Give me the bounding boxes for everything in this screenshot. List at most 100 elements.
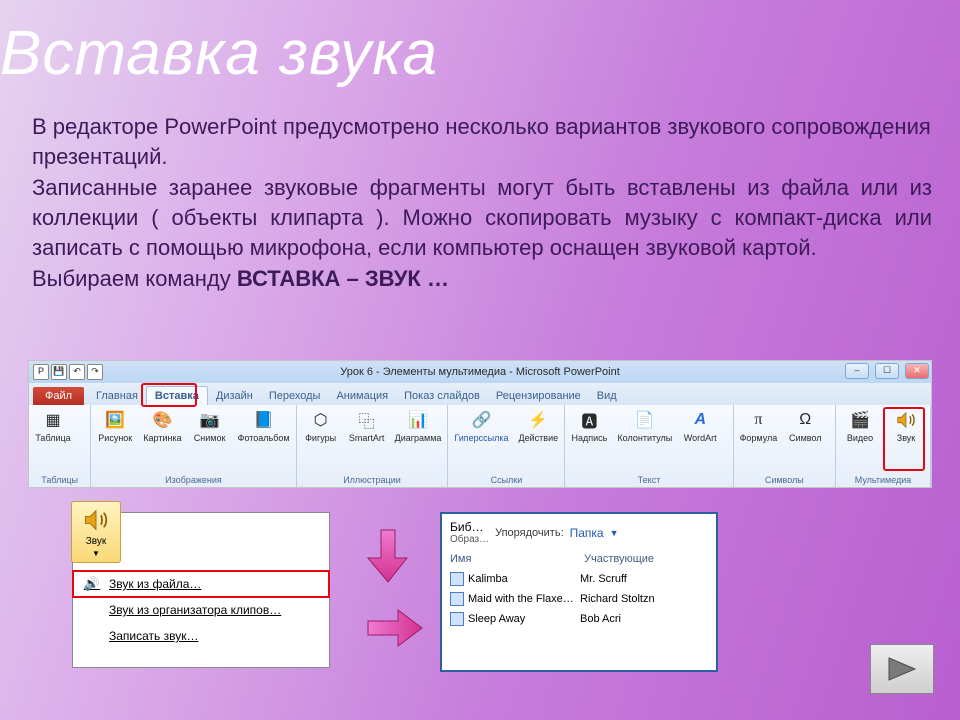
ribbon-tabs: Файл Главная Вставка Дизайн Переходы Ани… xyxy=(29,383,931,405)
speaker-icon: 🔊 xyxy=(83,576,101,592)
btn-hyperlink[interactable]: 🔗Гиперссылка xyxy=(454,409,508,443)
btn-chart[interactable]: 📊Диаграмма xyxy=(395,409,442,443)
audio-ribbon-button[interactable]: Звук ▼ xyxy=(71,501,121,563)
slide-title: Вставка звука xyxy=(0,18,438,89)
group-tables: ▦Таблица Таблицы xyxy=(29,405,91,487)
ribbon-groups: ▦Таблица Таблицы 🖼️Рисунок 🎨Картинка 📷Сн… xyxy=(29,405,931,487)
btn-headerfooter[interactable]: 📄Колонтитулы xyxy=(617,409,672,443)
btn-wordart[interactable]: AWordArt xyxy=(682,409,718,443)
close-button[interactable]: ✕ xyxy=(905,363,929,379)
minimize-button[interactable]: – xyxy=(845,363,869,379)
para-3: Выбираем команду ВСТАВКА – ЗВУК … xyxy=(32,264,932,294)
textbox-icon: 🅰 xyxy=(578,409,600,431)
tab-review[interactable]: Рецензирование xyxy=(488,387,589,405)
table-icon: ▦ xyxy=(42,409,64,431)
menu-audio-from-clips[interactable]: Звук из организатора клипов… xyxy=(73,597,329,623)
group-text: 🅰Надпись 📄Колонтитулы AWordArt Текст xyxy=(565,405,733,487)
tab-animations[interactable]: Анимация xyxy=(328,387,396,405)
tab-home[interactable]: Главная xyxy=(88,387,146,405)
app-icon: P xyxy=(33,364,49,380)
save-icon[interactable]: 💾 xyxy=(51,364,67,380)
audio-menu: 🔊Звук из файла… Звук из организатора кли… xyxy=(73,571,329,649)
slide-body: В редакторе PowerPoint предусмотрено нес… xyxy=(32,112,932,294)
tab-insert[interactable]: Вставка xyxy=(146,386,208,405)
shapes-icon: ⬡ xyxy=(310,409,332,431)
btn-equation[interactable]: πФормула xyxy=(740,409,778,443)
undo-icon[interactable]: ↶ xyxy=(69,364,85,380)
group-title-links: Ссылки xyxy=(454,473,558,485)
group-title-tables: Таблицы xyxy=(35,473,84,485)
wordart-icon: A xyxy=(689,409,711,431)
clipart-icon: 🎨 xyxy=(151,409,173,431)
window-titlebar: P 💾 ↶ ↷ Урок 6 - Элементы мультимедиа - … xyxy=(29,361,931,383)
audio-dropdown-screenshot: Звук ▼ 🔊Звук из файла… Звук из организат… xyxy=(72,512,330,668)
audio-icon-large xyxy=(82,506,110,534)
tab-view[interactable]: Вид xyxy=(589,387,625,405)
album-icon: 📘 xyxy=(253,409,275,431)
menu-record-audio[interactable]: Записать звук… xyxy=(73,623,329,649)
action-icon: ⚡ xyxy=(527,409,549,431)
group-title-images: Изображения xyxy=(97,473,289,485)
group-images: 🖼️Рисунок 🎨Картинка 📷Снимок 📘Фотоальбом … xyxy=(91,405,296,487)
btn-shapes[interactable]: ⬡Фигуры xyxy=(303,409,339,443)
library-rows: KalimbaMr. Scruff Maid with the Flaxe…Ri… xyxy=(442,565,716,633)
equation-icon: π xyxy=(747,409,769,431)
menu-audio-from-file[interactable]: 🔊Звук из файла… xyxy=(73,571,329,597)
library-dialog: Биб… Образ… Упорядочить: Папка ▼ Имя Уча… xyxy=(440,512,718,672)
para-1: В редакторе PowerPoint предусмотрено нес… xyxy=(32,112,932,173)
hyperlink-icon: 🔗 xyxy=(470,409,492,431)
btn-action[interactable]: ⚡Действие xyxy=(519,409,559,443)
picture-icon: 🖼️ xyxy=(104,409,126,431)
library-columns: Имя Участвующие xyxy=(442,553,716,565)
tab-slideshow[interactable]: Показ слайдов xyxy=(396,387,488,405)
library-row[interactable]: Maid with the Flaxe…Richard Stoltzn xyxy=(450,589,708,609)
next-slide-button[interactable] xyxy=(870,644,934,694)
para-2: Записанные заранее звуковые фрагменты мо… xyxy=(32,173,932,264)
record-icon xyxy=(83,628,101,644)
btn-table[interactable]: ▦Таблица xyxy=(35,409,71,443)
quick-access-toolbar: P 💾 ↶ ↷ xyxy=(29,361,107,383)
arrow-down-icon xyxy=(366,528,410,584)
chart-icon: 📊 xyxy=(407,409,429,431)
clip-speaker-icon xyxy=(83,602,101,618)
group-title-media: Мультимедиа xyxy=(842,473,924,485)
symbol-icon: Ω xyxy=(794,409,816,431)
redo-icon[interactable]: ↷ xyxy=(87,364,103,380)
btn-clipart[interactable]: 🎨Картинка xyxy=(143,409,181,443)
btn-smartart[interactable]: ⿻SmartArt xyxy=(349,409,385,443)
ribbon-screenshot: P 💾 ↶ ↷ Урок 6 - Элементы мультимедиа - … xyxy=(28,360,932,488)
chevron-down-icon: ▼ xyxy=(610,528,619,538)
group-illustrations: ⬡Фигуры ⿻SmartArt 📊Диаграмма Иллюстрации xyxy=(297,405,449,487)
btn-textbox[interactable]: 🅰Надпись xyxy=(571,409,607,443)
btn-screenshot[interactable]: 📷Снимок xyxy=(192,409,228,443)
maximize-button[interactable]: ☐ xyxy=(875,363,899,379)
window-title: Урок 6 - Элементы мультимедиа - Microsof… xyxy=(340,366,620,378)
smartart-icon: ⿻ xyxy=(356,409,378,431)
video-icon: 🎬 xyxy=(849,409,871,431)
arrow-right-icon xyxy=(366,608,424,648)
music-file-icon xyxy=(450,572,464,586)
library-row[interactable]: Sleep AwayBob Acri xyxy=(450,609,708,629)
tab-transitions[interactable]: Переходы xyxy=(261,387,329,405)
library-subtitle: Образ… xyxy=(450,534,489,545)
library-row[interactable]: KalimbaMr. Scruff xyxy=(450,569,708,589)
btn-video[interactable]: 🎬Видео xyxy=(842,409,878,443)
tab-file[interactable]: Файл xyxy=(33,387,84,405)
btn-album[interactable]: 📘Фотоальбом xyxy=(238,409,290,443)
col-artists[interactable]: Участвующие xyxy=(584,553,654,565)
btn-audio[interactable]: Звук xyxy=(888,409,924,443)
group-title-symbols: Символы xyxy=(740,473,829,485)
btn-symbol[interactable]: ΩСимвол xyxy=(787,409,823,443)
music-file-icon xyxy=(450,592,464,606)
group-links: 🔗Гиперссылка ⚡Действие Ссылки xyxy=(448,405,565,487)
audio-icon xyxy=(895,409,917,431)
tab-design[interactable]: Дизайн xyxy=(208,387,261,405)
library-sort-value[interactable]: Папка xyxy=(570,526,604,540)
col-name[interactable]: Имя xyxy=(450,553,580,565)
group-title-illustrations: Иллюстрации xyxy=(303,473,442,485)
btn-picture[interactable]: 🖼️Рисунок xyxy=(97,409,133,443)
play-icon xyxy=(885,655,919,683)
chevron-down-icon: ▼ xyxy=(92,549,100,558)
library-title: Биб… xyxy=(450,520,489,534)
group-media: 🎬Видео Звук Мультимедиа xyxy=(836,405,931,487)
